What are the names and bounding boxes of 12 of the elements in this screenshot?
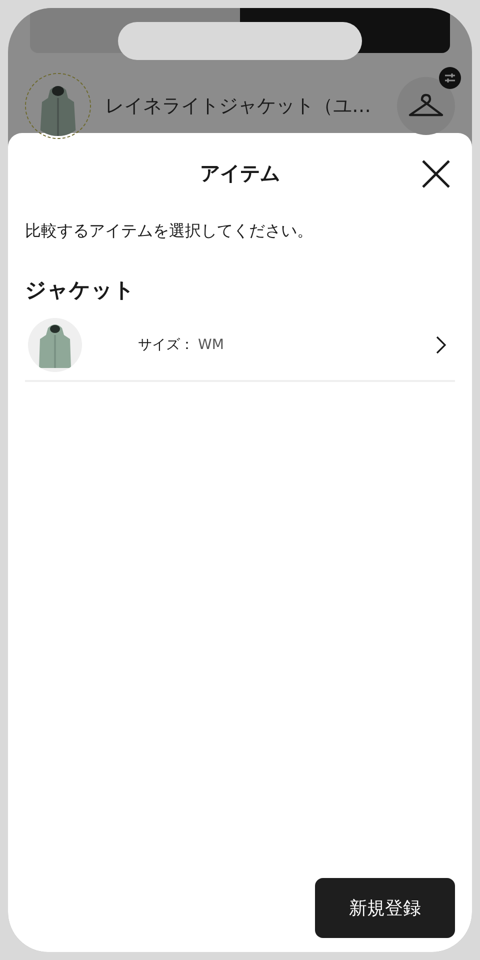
- chevron-right-icon: [435, 335, 447, 355]
- size-label: サイズ：: [138, 336, 194, 354]
- register-button[interactable]: 新規登録: [315, 878, 455, 938]
- item-name: レイネライトジャケット（ユ…: [105, 94, 372, 119]
- instruction-text: 比較するアイテムを選択してください。: [25, 221, 313, 242]
- filter-icon[interactable]: [439, 67, 461, 89]
- size-value: WM: [198, 337, 224, 353]
- close-icon[interactable]: [421, 159, 451, 189]
- sheet-title: アイテム: [200, 160, 280, 186]
- item-row[interactable]: サイズ： WM: [25, 308, 455, 382]
- section-heading: ジャケット: [25, 277, 135, 304]
- hanger-icon[interactable]: [397, 77, 455, 135]
